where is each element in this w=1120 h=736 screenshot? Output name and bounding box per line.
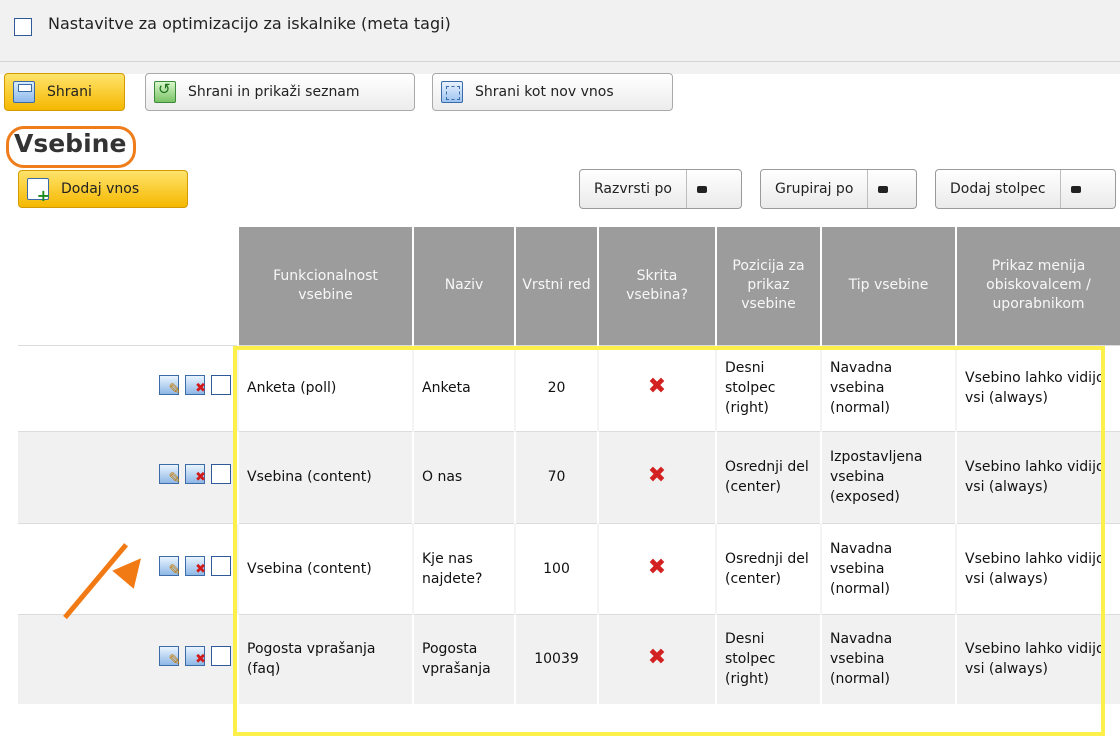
refresh-list-icon: [154, 80, 176, 103]
column-header[interactable]: Prikaz menija obiskovalcem / uporabnikom: [955, 227, 1120, 345]
hidden-x-icon: ✖: [597, 430, 716, 523]
sort-by-label: Razvrsti po: [580, 170, 687, 208]
group-by-label: Grupiraj po: [761, 170, 869, 208]
actions-header: [18, 227, 238, 345]
delete-icon[interactable]: [185, 375, 206, 399]
meta-tags-section: Nastavitve za optimizacijo za iskalnike …: [0, 0, 1120, 62]
dropdown-arrow-icon: [687, 185, 717, 193]
edit-icon[interactable]: [159, 646, 181, 670]
edit-icon[interactable]: [159, 375, 181, 399]
content-table: Funkcionalnost vsebine Naziv Vrstni red …: [18, 227, 1120, 704]
save-and-list-label: Shrani in prikaži seznam: [188, 84, 360, 100]
cell-name: Kje nas najdete?: [412, 522, 515, 614]
cell-menu-visibility: Vsebino lahko vidijo vsi (always): [955, 344, 1120, 431]
cell-functionality: Anketa (poll): [237, 344, 413, 431]
save-copy-icon: [441, 81, 463, 103]
sort-by-dropdown[interactable]: Razvrsti po: [579, 169, 742, 209]
hidden-x-icon: ✖: [597, 613, 716, 704]
cell-name: Pogosta vprašanja: [412, 613, 515, 704]
cell-order: 100: [514, 522, 598, 614]
column-header[interactable]: Tip vsebine: [820, 227, 956, 345]
cell-functionality: Vsebina (content): [237, 522, 413, 614]
page-title: Vsebine: [14, 129, 127, 158]
cell-position: Desni stolpec (right): [715, 344, 821, 431]
column-header[interactable]: Naziv: [412, 227, 515, 345]
cell-order: 10039: [514, 613, 598, 704]
column-header[interactable]: Vrstni red: [514, 227, 598, 345]
add-entry-button[interactable]: Dodaj vnos: [18, 170, 188, 208]
save-and-list-button[interactable]: Shrani in prikaži seznam: [145, 73, 415, 111]
row-checkbox[interactable]: [211, 464, 231, 484]
cell-type: Navadna vsebina (normal): [820, 522, 956, 614]
cell-name: Anketa: [412, 344, 515, 431]
row-actions: [18, 344, 238, 431]
table-row: Vsebina (content) O nas 70 ✖ Osrednji de…: [18, 430, 1120, 523]
cell-position: Osrednji del (center): [715, 430, 821, 523]
cell-menu-visibility: Vsebino lahko vidijo vsi (always): [955, 522, 1120, 614]
row-checkbox[interactable]: [211, 555, 231, 576]
cell-functionality: Vsebina (content): [237, 430, 413, 523]
column-header[interactable]: Pozicija za prikaz vsebine: [715, 227, 821, 345]
row-checkbox[interactable]: [211, 646, 231, 667]
add-entry-label: Dodaj vnos: [61, 181, 140, 197]
hidden-x-icon: ✖: [597, 522, 716, 614]
delete-icon[interactable]: [185, 555, 206, 580]
add-entry-icon: [27, 178, 50, 205]
group-by-dropdown[interactable]: Grupiraj po: [760, 169, 917, 209]
cell-menu-visibility: Vsebino lahko vidijo vsi (always): [955, 430, 1120, 523]
save-as-new-label: Shrani kot nov vnos: [475, 84, 614, 100]
cell-order: 70: [514, 430, 598, 523]
hidden-x-icon: ✖: [597, 344, 716, 431]
row-checkbox[interactable]: [211, 375, 231, 395]
dropdown-arrow-icon: [868, 185, 898, 193]
dropdown-arrow-icon: [1061, 185, 1091, 193]
edit-icon[interactable]: [159, 464, 181, 488]
cell-menu-visibility: Vsebino lahko vidijo vsi (always): [955, 613, 1120, 704]
column-header[interactable]: Funkcionalnost vsebine: [237, 227, 413, 345]
row-actions: [18, 430, 238, 523]
save-label: Shrani: [47, 84, 92, 100]
save-button[interactable]: Shrani: [4, 73, 125, 111]
add-column-dropdown[interactable]: Dodaj stolpec: [935, 169, 1116, 209]
meta-tags-label: Nastavitve za optimizacijo za iskalnike …: [48, 14, 451, 33]
save-as-new-button[interactable]: Shrani kot nov vnos: [432, 73, 673, 111]
row-actions: [18, 613, 238, 704]
table-row: Anketa (poll) Anketa 20 ✖ Desni stolpec …: [18, 344, 1120, 431]
cell-functionality: Pogosta vprašanja (faq): [237, 613, 413, 704]
cell-type: Navadna vsebina (normal): [820, 344, 956, 431]
cell-order: 20: [514, 344, 598, 431]
column-header[interactable]: Skrita vsebina?: [597, 227, 716, 345]
cell-position: Desni stolpec (right): [715, 613, 821, 704]
delete-icon[interactable]: [185, 646, 206, 670]
cell-position: Osrednji del (center): [715, 522, 821, 614]
meta-tags-checkbox[interactable]: [14, 18, 32, 36]
table-row: Vsebina (content) Kje nas najdete? 100 ✖…: [18, 522, 1120, 614]
edit-icon[interactable]: [159, 555, 181, 580]
cell-type: Navadna vsebina (normal): [820, 613, 956, 704]
add-column-label: Dodaj stolpec: [936, 170, 1061, 208]
table-row: Pogosta vprašanja (faq) Pogosta vprašanj…: [18, 613, 1120, 704]
cell-name: O nas: [412, 430, 515, 523]
cell-type: Izpostavljena vsebina (exposed): [820, 430, 956, 523]
save-icon: [13, 81, 35, 103]
delete-icon[interactable]: [185, 464, 206, 488]
